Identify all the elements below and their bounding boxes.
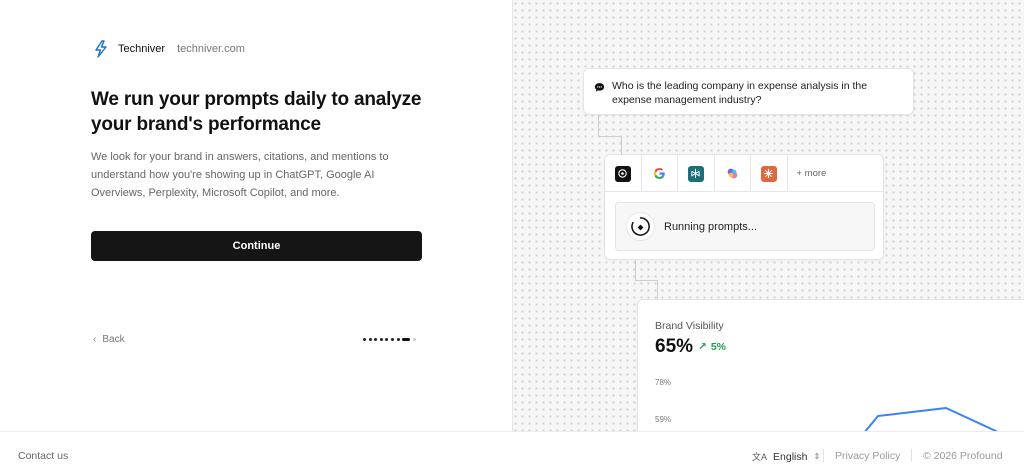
footer: Contact us 文A English ⇕ Privacy Policy ©… [0, 431, 1024, 473]
connector-line [635, 280, 657, 281]
brand-header: Techniver techniver.com [92, 40, 245, 58]
chevron-left-icon: ‹ [93, 334, 97, 345]
onboarding-panel: Techniver techniver.com We run your prom… [0, 0, 512, 431]
step-dot [385, 338, 389, 341]
connector-line [598, 136, 621, 137]
engine-cell [642, 155, 678, 192]
perplexity-icon [687, 165, 704, 182]
brand-visibility-card: Brand Visibility 65% ↗ 5% 78% 59% [637, 299, 1024, 431]
language-selector[interactable]: 文A English ⇕ [752, 450, 820, 463]
step-dot [374, 338, 378, 341]
loading-spinner-icon [626, 212, 655, 241]
prompt-card: Who is the leading company in expense an… [583, 68, 914, 115]
copilot-icon [724, 165, 741, 182]
back-button[interactable]: ‹ Back [93, 334, 125, 345]
page-title: We run your prompts daily to analyze you… [91, 89, 422, 135]
step-dot-active [402, 338, 411, 341]
prompt-question: Who is the leading company in expense an… [612, 80, 868, 106]
brand-domain: techniver.com [177, 43, 245, 55]
chevron-updown-icon: ⇕ [813, 452, 821, 461]
step-dot [390, 338, 394, 341]
chatgpt-icon [614, 165, 631, 182]
divider [823, 449, 824, 462]
step-dot [396, 338, 400, 341]
engine-cell [715, 155, 751, 192]
engine-cell [678, 155, 715, 192]
copyright-text: © 2026 Profound [923, 450, 1003, 462]
page-description: We look for your brand in answers, citat… [91, 151, 389, 199]
step-dot [412, 338, 416, 341]
google-icon [651, 165, 668, 182]
step-dot [363, 338, 366, 341]
engine-cell [605, 155, 642, 192]
contact-us-link[interactable]: Contact us [18, 450, 68, 462]
running-label: Running prompts... [664, 220, 757, 233]
connector-line [621, 136, 622, 154]
claude-icon [760, 165, 777, 182]
engine-cell [751, 155, 788, 192]
visibility-trend-line [864, 407, 999, 431]
step-dot [379, 338, 383, 341]
engines-card: + more Running prompts... [604, 154, 884, 260]
continue-button[interactable]: Continue [91, 231, 422, 261]
more-engines-label: + more [796, 167, 827, 179]
back-label: Back [102, 334, 125, 345]
step-progress [363, 338, 416, 341]
illustration-panel: Who is the leading company in expense an… [512, 0, 1024, 431]
brand-name: Techniver [118, 43, 166, 55]
connector-line [635, 260, 636, 280]
privacy-policy-link[interactable]: Privacy Policy [835, 450, 900, 462]
translate-icon: 文A [752, 452, 768, 462]
chat-bubble-icon [594, 83, 605, 92]
step-dot [368, 338, 372, 341]
language-label: English [773, 450, 808, 463]
engine-list: + more [605, 155, 883, 192]
running-status: Running prompts... [615, 202, 875, 251]
connector-line [598, 115, 599, 137]
connector-line [657, 280, 658, 299]
bolt-logo-icon [95, 40, 107, 58]
divider [911, 449, 912, 462]
